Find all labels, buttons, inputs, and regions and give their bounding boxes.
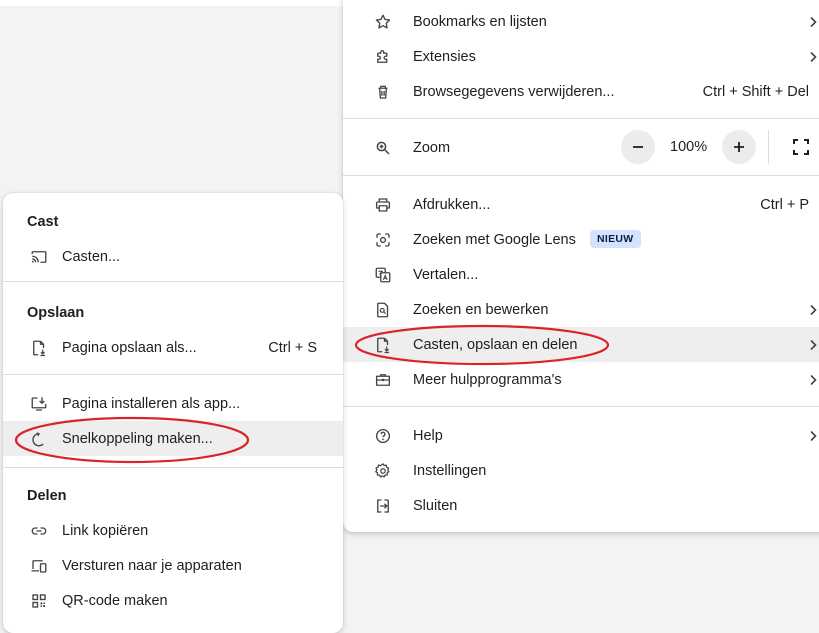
printer-icon — [373, 195, 393, 215]
trash-icon — [373, 82, 393, 102]
save-page-label: Pagina opslaan als... — [62, 339, 197, 356]
chevron-right-icon — [807, 16, 819, 28]
help-icon — [373, 426, 393, 446]
save-page-icon — [29, 338, 49, 358]
cast-label: Casten... — [62, 248, 121, 265]
cast-save-share-label: Casten, opslaan en delen — [413, 336, 578, 353]
share-section-heading: Delen — [27, 488, 67, 504]
translate-label: Vertalen... — [413, 266, 479, 283]
submenu-item-cast[interactable]: Casten... — [3, 239, 343, 274]
qr-code-icon — [29, 591, 49, 611]
submenu-item-create-shortcut[interactable]: Snelkoppeling maken... — [3, 421, 343, 456]
separator — [3, 467, 343, 468]
chevron-right-icon — [807, 374, 819, 386]
toolbox-icon — [373, 370, 393, 390]
star-icon — [373, 12, 393, 32]
translate-icon — [373, 265, 393, 285]
cast-section-heading: Cast — [27, 214, 59, 230]
save-page-shortcut: Ctrl + S — [268, 339, 317, 356]
menu-item-find-edit[interactable]: Zoeken en bewerken — [343, 292, 819, 327]
print-shortcut: Ctrl + P — [760, 196, 809, 213]
zoom-icon — [373, 138, 393, 158]
bookmarks-label: Bookmarks en lijsten — [413, 13, 547, 30]
install-app-icon — [29, 394, 49, 414]
google-lens-label: Zoeken met Google Lens — [413, 231, 576, 248]
google-lens-icon — [373, 230, 393, 250]
chevron-right-icon — [807, 304, 819, 316]
copy-link-label: Link kopiëren — [62, 522, 149, 539]
menu-item-bookmarks[interactable]: Bookmarks en lijsten — [343, 4, 819, 39]
chevron-right-icon — [807, 430, 819, 442]
zoom-out-button[interactable] — [621, 130, 655, 164]
separator — [343, 406, 819, 407]
submenu-item-install-app[interactable]: Pagina installeren als app... — [3, 386, 343, 421]
fullscreen-button[interactable] — [784, 130, 818, 164]
send-to-devices-label: Versturen naar je apparaten — [62, 557, 242, 574]
zoom-in-button[interactable] — [722, 130, 756, 164]
extensions-label: Extensies — [413, 48, 476, 65]
qr-code-label: QR-code maken — [62, 592, 168, 609]
menu-item-print[interactable]: Afdrukken... Ctrl + P — [343, 187, 819, 222]
menu-item-clear-browsing-data[interactable]: Browsegegevens verwijderen... Ctrl + Shi… — [343, 74, 819, 109]
menu-item-translate[interactable]: Vertalen... — [343, 257, 819, 292]
chrome-main-menu: Bookmarks en lijsten Extensies Browsegeg… — [343, 0, 819, 532]
gear-icon — [373, 461, 393, 481]
zoom-divider — [768, 130, 769, 164]
help-label: Help — [413, 427, 443, 444]
link-icon — [29, 521, 49, 541]
menu-item-exit[interactable]: Sluiten — [343, 488, 819, 523]
fullscreen-icon — [792, 138, 810, 156]
settings-label: Instellingen — [413, 462, 487, 479]
shortcut-icon — [29, 429, 49, 449]
menu-item-more-tools[interactable]: Meer hulpprogramma's — [343, 362, 819, 397]
exit-label: Sluiten — [413, 497, 458, 514]
more-tools-label: Meer hulpprogramma's — [413, 371, 562, 388]
exit-icon — [373, 496, 393, 516]
menu-item-google-lens[interactable]: Zoeken met Google Lens NIEUW — [343, 222, 819, 257]
submenu-item-qr-code[interactable]: QR-code maken — [3, 583, 343, 618]
submenu-item-send-to-devices[interactable]: Versturen naar je apparaten — [3, 548, 343, 583]
puzzle-icon — [373, 47, 393, 67]
cast-icon — [29, 247, 49, 267]
clear-data-shortcut: Ctrl + Shift + Del — [702, 83, 809, 100]
submenu-item-copy-link[interactable]: Link kopiëren — [3, 513, 343, 548]
file-download-icon — [373, 335, 393, 355]
zoom-label: Zoom — [413, 139, 451, 156]
menu-item-extensions[interactable]: Extensies — [343, 39, 819, 74]
find-page-icon — [373, 300, 393, 320]
menu-item-cast-save-share[interactable]: Casten, opslaan en delen — [343, 327, 819, 362]
devices-icon — [29, 556, 49, 576]
separator — [3, 281, 343, 282]
submenu-item-save-page[interactable]: Pagina opslaan als... Ctrl + S — [3, 330, 343, 365]
chevron-right-icon — [807, 51, 819, 63]
separator — [343, 118, 819, 119]
separator — [3, 374, 343, 375]
install-app-label: Pagina installeren als app... — [62, 395, 241, 412]
save-section-heading: Opslaan — [27, 305, 85, 321]
separator — [343, 175, 819, 176]
menu-item-help[interactable]: Help — [343, 418, 819, 453]
chevron-right-icon — [807, 339, 819, 351]
zoom-level: 100% — [670, 139, 708, 155]
find-edit-label: Zoeken en bewerken — [413, 301, 549, 318]
menu-item-settings[interactable]: Instellingen — [343, 453, 819, 488]
new-badge: NIEUW — [590, 230, 641, 248]
print-label: Afdrukken... — [413, 196, 491, 213]
cast-save-share-submenu: Cast Casten... Opslaan Pagina opslaan al… — [3, 193, 343, 633]
create-shortcut-label: Snelkoppeling maken... — [62, 430, 213, 447]
clear-data-label: Browsegegevens verwijderen... — [413, 83, 615, 100]
